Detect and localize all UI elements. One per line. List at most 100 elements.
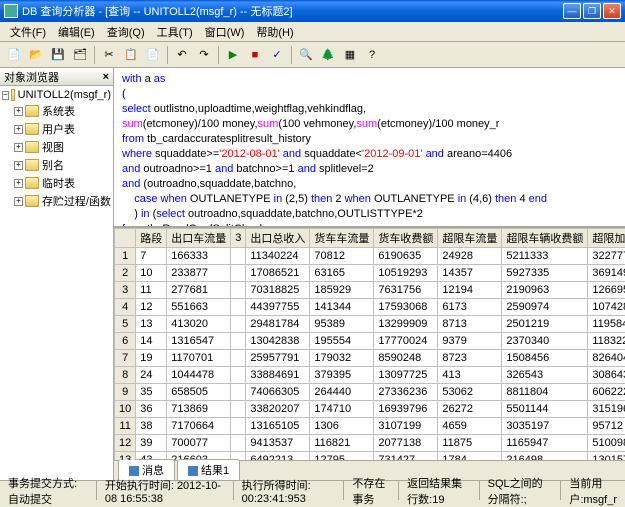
cell[interactable]: 277681 (167, 282, 231, 299)
menu-window[interactable]: 窗口(W) (199, 22, 251, 42)
table-row[interactable]: 1239700077941353711682120771381187511659… (115, 435, 625, 452)
cell[interactable]: 185929 (310, 282, 374, 299)
cell[interactable]: 7 (115, 350, 136, 367)
cell[interactable]: 130157 (588, 452, 625, 461)
menu-tools[interactable]: 工具(T) (151, 22, 199, 42)
cell[interactable]: 10 (115, 401, 136, 418)
cell[interactable]: 9379 (438, 333, 502, 350)
cell[interactable]: 33884691 (246, 367, 310, 384)
cell[interactable]: 1266951 (588, 282, 625, 299)
column-header[interactable]: 货车车流量 (310, 229, 374, 248)
cell[interactable]: 11 (136, 282, 167, 299)
table-row[interactable]: 3112776817031882518592976317561219421909… (115, 282, 625, 299)
cell[interactable]: 9 (115, 384, 136, 401)
cell[interactable]: 510098 (588, 435, 625, 452)
cell[interactable]: 174710 (310, 401, 374, 418)
table-row[interactable]: 6141316547130428381955541777002493792370… (115, 333, 625, 350)
cell[interactable]: 63165 (310, 265, 374, 282)
cell[interactable]: 26272 (438, 401, 502, 418)
cell[interactable]: 14357 (438, 265, 502, 282)
cell[interactable]: 1170701 (167, 350, 231, 367)
cell[interactable]: 658505 (167, 384, 231, 401)
table-row[interactable]: 1138717066413165105130631071994659303519… (115, 418, 625, 435)
tree-node[interactable]: +临时表 (14, 174, 111, 192)
tree-node[interactable]: +别名 (14, 156, 111, 174)
cell[interactable]: 8 (115, 367, 136, 384)
cell[interactable] (231, 367, 246, 384)
cell[interactable]: 17770024 (374, 333, 438, 350)
cell[interactable] (231, 316, 246, 333)
cell[interactable]: 2370340 (502, 333, 588, 350)
cell[interactable]: 19 (136, 350, 167, 367)
column-header[interactable]: 货车收费额 (374, 229, 438, 248)
cell[interactable] (231, 350, 246, 367)
column-header[interactable]: 路段 (136, 229, 167, 248)
cell[interactable]: 36 (136, 401, 167, 418)
cell[interactable]: 24 (136, 367, 167, 384)
cell[interactable]: 17086521 (246, 265, 310, 282)
cell[interactable] (231, 418, 246, 435)
cell[interactable]: 2501219 (502, 316, 588, 333)
cell[interactable]: 2190963 (502, 282, 588, 299)
cell[interactable] (231, 265, 246, 282)
table-row[interactable]: 2102338771708652163165105192931435759273… (115, 265, 625, 282)
cell[interactable] (231, 333, 246, 350)
object-tree[interactable]: −UNITOLL2(msgf_r) +系统表+用户表+视图+别名+临时表+存贮过… (0, 86, 113, 480)
cell[interactable]: 2077138 (374, 435, 438, 452)
cell[interactable]: 1306 (310, 418, 374, 435)
cell[interactable]: 700077 (167, 435, 231, 452)
cell[interactable]: 8713 (438, 316, 502, 333)
cell[interactable]: 6 (115, 333, 136, 350)
cell[interactable]: 551663 (167, 299, 231, 316)
cell[interactable]: 33820207 (246, 401, 310, 418)
new-icon[interactable]: 📄 (4, 45, 24, 65)
cell[interactable]: 10 (136, 265, 167, 282)
cell[interactable]: 95712 (588, 418, 625, 435)
cell[interactable]: 2 (115, 265, 136, 282)
sql-editor[interactable]: with a as(select outlistno,uploadtime,we… (114, 68, 625, 228)
tree-node[interactable]: +视图 (14, 138, 111, 156)
cell[interactable]: 13042838 (246, 333, 310, 350)
cell[interactable]: 116821 (310, 435, 374, 452)
cell[interactable]: 14 (136, 333, 167, 350)
cell[interactable]: 6190635 (374, 248, 438, 265)
cell[interactable]: 11875 (438, 435, 502, 452)
cell[interactable]: 6173 (438, 299, 502, 316)
cell[interactable]: 326543 (502, 367, 588, 384)
close-button[interactable]: ✕ (603, 3, 621, 19)
cell[interactable]: 1508456 (502, 350, 588, 367)
cell[interactable]: 166333 (167, 248, 231, 265)
tree-node[interactable]: +系统表 (14, 102, 111, 120)
cell[interactable]: 4659 (438, 418, 502, 435)
menu-edit[interactable]: 编辑(E) (52, 22, 101, 42)
cell[interactable]: 4 (115, 299, 136, 316)
menu-help[interactable]: 帮助(H) (250, 22, 299, 42)
find-icon[interactable]: 🔍 (296, 45, 316, 65)
table-row[interactable]: 1716633311340224708126190635249285211333… (115, 248, 625, 265)
tree-node[interactable]: +存贮过程/函数 (14, 192, 111, 210)
cell[interactable]: 12194 (438, 282, 502, 299)
run-icon[interactable]: ▶ (223, 45, 243, 65)
cell[interactable]: 35 (136, 384, 167, 401)
cell[interactable]: 11340224 (246, 248, 310, 265)
cell[interactable]: 38 (136, 418, 167, 435)
cell[interactable]: 29481784 (246, 316, 310, 333)
minimize-button[interactable]: — (563, 3, 581, 19)
cell[interactable]: 413 (438, 367, 502, 384)
save-icon[interactable]: 💾 (48, 45, 68, 65)
tree-root[interactable]: −UNITOLL2(msgf_r) (2, 88, 111, 102)
stop-icon[interactable]: ■ (245, 45, 265, 65)
cell[interactable]: 5 (115, 316, 136, 333)
column-header[interactable]: 超限加收金额 (588, 229, 625, 248)
paste-icon[interactable]: 📄 (143, 45, 163, 65)
cell[interactable]: 1183225 (588, 333, 625, 350)
cell[interactable] (231, 282, 246, 299)
cell[interactable]: 5501144 (502, 401, 588, 418)
cell[interactable]: 7631756 (374, 282, 438, 299)
column-header[interactable]: 出口总收入 (246, 229, 310, 248)
column-header[interactable]: 超限车流量 (438, 229, 502, 248)
cell[interactable] (231, 435, 246, 452)
cell[interactable]: 13097725 (374, 367, 438, 384)
cell[interactable]: 25957791 (246, 350, 310, 367)
cell[interactable] (231, 384, 246, 401)
